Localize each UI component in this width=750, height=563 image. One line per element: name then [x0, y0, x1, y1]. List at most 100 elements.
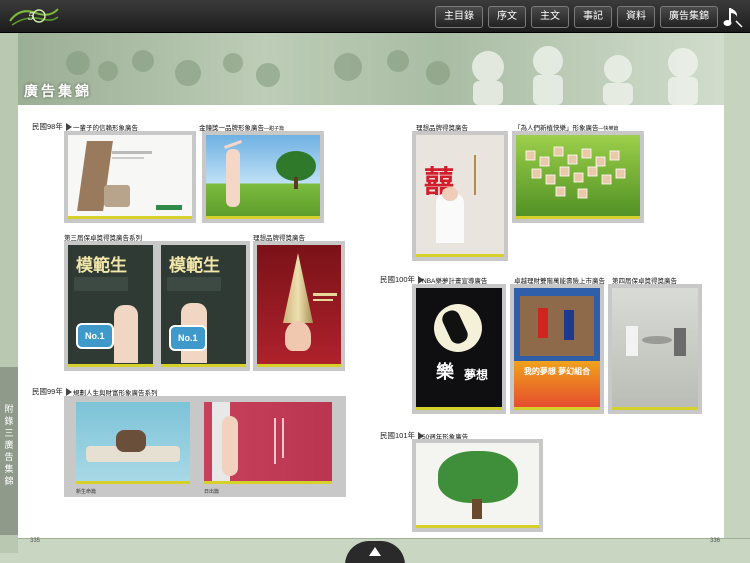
- accent-strip: [68, 216, 192, 219]
- nav-button-data[interactable]: 資料: [617, 6, 655, 28]
- right-margin: [724, 33, 750, 539]
- stone-table: [642, 336, 672, 344]
- couple-figure: [116, 430, 146, 452]
- year-99-text: 民國99年: [32, 387, 63, 396]
- nav-button-main-contents[interactable]: 主目錄: [435, 6, 483, 28]
- ad-frame[interactable]: [412, 439, 543, 532]
- woman-figure: [222, 416, 238, 476]
- nav-button-ad-collection[interactable]: 廣告集錦: [660, 6, 718, 28]
- ad-image-trust[interactable]: [68, 135, 192, 219]
- woman-face: [285, 321, 311, 351]
- content-page: 廣告集錦 民國98年 一輩子的信賴形象廣告 金鐘獎一品牌形象廣告—甜子篇 第三屆…: [18, 33, 724, 539]
- music-note-icon[interactable]: [722, 5, 744, 29]
- ad-frame[interactable]: 模範生 No.1 模範生 No.1: [64, 241, 250, 371]
- ad-headline: 我的夢想 夢幻組合: [523, 367, 591, 376]
- ad-image-model-student-boy[interactable]: 模範生 No.1: [161, 245, 246, 367]
- ad-image-universal-life[interactable]: 我的夢想 夢幻組合: [514, 288, 600, 410]
- nav-button-preface[interactable]: 序文: [488, 6, 526, 28]
- ad-image-girl-tree[interactable]: [206, 135, 320, 219]
- ad-copy-block: [167, 277, 221, 291]
- page-title: 廣告集錦: [24, 83, 92, 99]
- year-98-text: 民國98年: [32, 122, 63, 131]
- text-line: [112, 151, 152, 154]
- text-line: [313, 299, 333, 301]
- family-photo: [104, 185, 130, 207]
- appendix-side-tab[interactable]: 附 錄 三 廣 告 集 錦: [0, 367, 18, 535]
- player-figure: [538, 308, 548, 338]
- ad-image-model-student-girl[interactable]: 模範生 No.1: [68, 245, 153, 367]
- side-tab-label: 附 錄 三 廣 告 集 錦: [4, 404, 14, 486]
- elderly-man-figure: [674, 328, 686, 356]
- no1-card: No.1: [76, 323, 114, 349]
- basketball-court-photo: [520, 296, 594, 356]
- ad-headline: 模範生: [76, 256, 127, 276]
- golden-tower: [283, 253, 313, 323]
- accent-strip: [416, 407, 502, 410]
- ad-image-50th-tree[interactable]: [416, 443, 539, 528]
- ad-caption: 日出篇: [204, 489, 220, 495]
- tree-crown: [438, 451, 518, 503]
- ad-image-happiness-forest[interactable]: [516, 135, 640, 219]
- faces-collage: [525, 146, 626, 199]
- triangle-marker-icon: [65, 123, 72, 132]
- vertical-copy: [282, 418, 284, 458]
- no1-text: No.1: [85, 331, 105, 341]
- accent-strip: [416, 525, 539, 528]
- ad-caption: 新生命篇: [76, 489, 97, 495]
- ad-image-ideal-brand-tower[interactable]: [257, 245, 341, 367]
- text-line: [112, 157, 144, 159]
- page-number-right: 336: [710, 538, 721, 544]
- accent-strip: [514, 407, 600, 410]
- vertical-copy: [274, 418, 276, 464]
- ad-frame[interactable]: [512, 131, 644, 223]
- header-banner-photo: 廣告集錦: [18, 33, 724, 105]
- year-101-text: 民國101年: [380, 431, 416, 440]
- ad-frame[interactable]: [608, 284, 702, 414]
- ad-image-elderly-chess[interactable]: [612, 288, 698, 410]
- ad-headline: 夢想: [464, 368, 489, 382]
- page-number-left: 335: [30, 538, 41, 544]
- accent-strip: [204, 481, 332, 484]
- ad-frame[interactable]: [253, 241, 345, 371]
- accent-strip: [161, 364, 246, 367]
- ad-frame[interactable]: 囍: [412, 131, 508, 261]
- footer-divider: [18, 538, 750, 539]
- no1-text: No.1: [178, 333, 198, 343]
- ad-frame[interactable]: 我的夢想 夢幻組合: [510, 284, 604, 414]
- ad-frame[interactable]: [64, 131, 196, 223]
- ad-frame[interactable]: 樂 夢想: [412, 284, 506, 414]
- top-navigation-bar: 5 主目錄 序文 主文 事記 資料 廣告集錦: [0, 0, 750, 33]
- accent-strip: [257, 364, 341, 367]
- accent-strip: [76, 481, 190, 484]
- ad-image-sunrise[interactable]: [204, 402, 332, 484]
- ad-image-nba-dream[interactable]: 樂 夢想: [416, 288, 502, 410]
- logo-icon[interactable]: 5: [6, 3, 60, 29]
- svg-text:5: 5: [28, 12, 34, 23]
- vertical-copy: [474, 155, 476, 195]
- banner-collage-image: [18, 33, 724, 105]
- ad-frame[interactable]: 新生命篇 日出篇: [64, 396, 346, 497]
- triangle-marker-icon: [65, 388, 72, 397]
- student-figure: [114, 305, 138, 363]
- no1-card: No.1: [169, 325, 207, 351]
- accent-strip: [516, 216, 640, 219]
- brand-mark: [156, 205, 182, 210]
- accent-strip: [612, 407, 698, 410]
- ad-image-double-happiness[interactable]: 囍: [416, 135, 504, 257]
- main-nav: 主目錄 序文 主文 事記 資料 廣告集錦: [435, 6, 718, 28]
- elderly-man-figure: [626, 326, 638, 356]
- accent-strip: [416, 254, 504, 257]
- ad-image-new-life[interactable]: [76, 402, 190, 484]
- accent-strip: [206, 216, 320, 219]
- tree-trunk: [294, 177, 298, 189]
- nav-button-main-text[interactable]: 主文: [531, 6, 569, 28]
- app-screen: 5 主目錄 序文 主文 事記 資料 廣告集錦 附 錄 三 廣 告 集 錦 廣告集…: [0, 0, 750, 563]
- show-toolbar-button[interactable]: [345, 541, 405, 563]
- ad-copy-block: [74, 277, 128, 291]
- nav-button-chronicle[interactable]: 事記: [574, 6, 612, 28]
- up-arrow-icon: [369, 547, 381, 556]
- tree-trunk: [472, 499, 482, 519]
- player-figure: [564, 310, 574, 340]
- ad-frame[interactable]: [202, 131, 324, 223]
- text-line: [313, 293, 337, 296]
